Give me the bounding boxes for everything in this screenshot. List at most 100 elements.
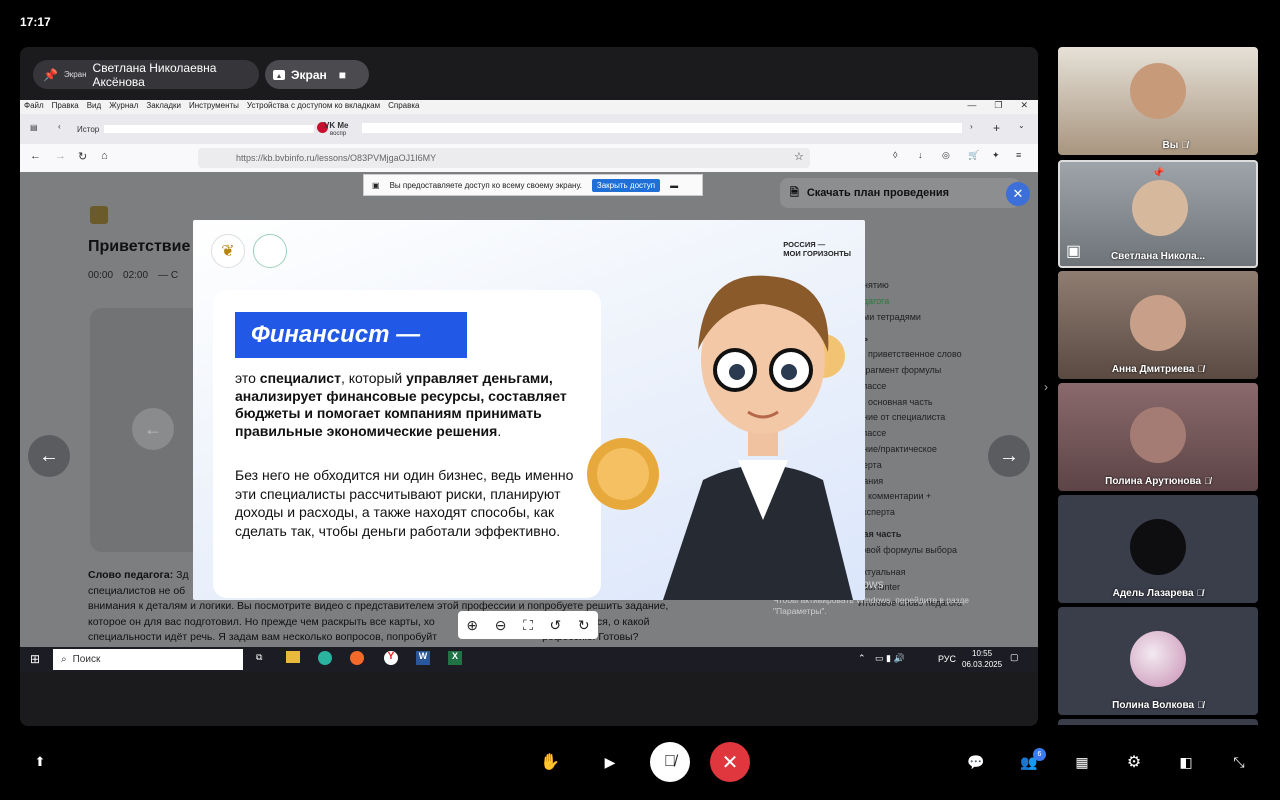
pinned-speaker-pill[interactable]: 📌 Экран Светлана Николаевна Аксёнова (33, 60, 259, 89)
windows-start-icon[interactable]: ⊞ (30, 652, 40, 666)
word-icon[interactable]: W (416, 651, 430, 665)
address-input[interactable]: https://kb.bvbinfo.ru/lessons/O83PVMjgaO… (198, 148, 810, 168)
settings-gear-icon[interactable]: ⚙ (1123, 752, 1145, 772)
edge-icon[interactable] (318, 651, 332, 665)
account-icon[interactable]: ◎ (942, 150, 950, 161)
tray-icons[interactable]: ▭ ▮ 🔊 (875, 653, 905, 664)
grid-view-icon[interactable]: ▦ (1071, 752, 1093, 772)
downloads-icon[interactable]: ↓ (918, 150, 923, 160)
body-line-4: специальности идёт речь. Я задам вам нес… (88, 631, 438, 643)
extensions-icon[interactable]: ✦ (992, 150, 1000, 161)
plan-item: говой формулы выбора (858, 544, 957, 555)
participant-tile[interactable]: Анна Дмитриева 🎙̸ (1058, 271, 1258, 379)
zoom-in-icon[interactable]: ⊕ (466, 617, 478, 634)
rotate-right-icon[interactable]: ↻ (578, 617, 590, 634)
plan-item: классе (858, 380, 887, 391)
screen-video-toggle[interactable]: Экран ■ (265, 60, 369, 89)
screen-label: Экран (291, 67, 327, 82)
plan-item: ть (858, 331, 962, 347)
mic-off-icon: 🎙̸ (1204, 476, 1211, 486)
zoom-out-icon[interactable]: ⊖ (495, 617, 507, 634)
mic-off-icon: 🎙̸ (1181, 140, 1188, 150)
plan-item: ание/практическое (858, 443, 937, 454)
layout-icon[interactable]: ◧ (1175, 752, 1197, 772)
firefox-icon[interactable] (350, 651, 364, 665)
notifications-icon[interactable]: ▢ (1010, 652, 1019, 663)
menu-devices[interactable]: Устройства с доступом ко вкладкам (247, 101, 380, 113)
share-screen-icon[interactable]: ⬆ (30, 752, 50, 772)
close-panel-button[interactable]: ✕ (1006, 182, 1030, 206)
pocket-icon[interactable]: ◊ (893, 150, 897, 160)
tray-chevron-icon[interactable]: ⌃ (858, 653, 866, 664)
menu-tools[interactable]: Инструменты (189, 101, 239, 113)
end-call-button[interactable]: ✕ (710, 742, 750, 782)
tab-overview-icon[interactable]: ▤ (30, 123, 38, 132)
plan-item: дания (858, 475, 884, 486)
fit-screen-icon[interactable]: ⛶ (523, 617, 533, 634)
taskbar-clock[interactable]: 10:55 06.03.2025 (962, 648, 1002, 670)
inner-prev-button[interactable]: ← (132, 408, 174, 450)
mic-off-icon: 🎙̸ (664, 753, 676, 770)
participant-video (1130, 407, 1186, 463)
participant-name: Вы (1162, 140, 1179, 151)
raise-hand-icon[interactable]: ✋ (540, 752, 560, 772)
participant-tile[interactable]: Полина Арутюнова 🎙̸ (1058, 383, 1258, 491)
participant-tile[interactable]: Адель Лазарева 🎙̸ (1058, 495, 1258, 603)
share-notice-icon: ▣ (372, 180, 380, 190)
chat-icon[interactable]: 💬 (965, 752, 987, 772)
forward-icon[interactable]: → (55, 150, 66, 162)
plan-item: фрагмент формулы (858, 364, 942, 375)
sidebar-collapse-icon[interactable]: › (1044, 380, 1048, 394)
participant-avatar (1130, 631, 1186, 687)
home-icon[interactable]: ⌂ (101, 150, 108, 162)
rotate-left-icon[interactable]: ↺ (550, 617, 562, 634)
image-zoom-toolbar: ⊕ ⊖ ⛶ ↺ ↻ (458, 611, 598, 639)
camera-icon[interactable]: ▶ (599, 752, 621, 772)
minimize-icon[interactable]: — (967, 100, 976, 111)
download-plan-button[interactable]: 🗎 Скачать план проведения (780, 178, 1020, 208)
tab-scroll-right-icon[interactable]: › (970, 122, 973, 131)
cart-icon[interactable]: 🛒 (968, 150, 979, 161)
menu-hamburger-icon[interactable]: ≡ (1016, 150, 1021, 160)
menu-file[interactable]: Файл (24, 101, 44, 113)
url-text: https://kb.bvbinfo.ru/lessons/O83PVMjgaO… (236, 153, 437, 163)
participant-tile[interactable]: Полина Волкова 🎙̸ (1058, 607, 1258, 715)
back-icon[interactable]: ← (30, 150, 41, 162)
slide-prev-button[interactable]: ← (28, 435, 70, 477)
menu-view[interactable]: Вид (87, 101, 101, 113)
menu-edit[interactable]: Правка (52, 101, 79, 113)
taskbar-date: 06.03.2025 (962, 660, 1003, 669)
tab-list-icon[interactable]: ⌄ (1018, 121, 1025, 130)
menu-bookmarks[interactable]: Закладки (146, 101, 181, 113)
plan-items: онятию едагога ими тетрадями ть 1: приве… (858, 278, 962, 612)
tab-scroll-left-icon[interactable]: ‹ (58, 122, 61, 131)
participant-tile[interactable]: Вы 🎙̸ (1058, 47, 1258, 155)
mic-off-icon: 🎙̸ (1197, 700, 1204, 710)
mute-microphone-button[interactable]: 🎙̸ (650, 742, 690, 782)
slide-next-button[interactable]: → (988, 435, 1030, 477)
participant-tile-active[interactable]: 📌 ▣ Светлана Никола... (1058, 160, 1258, 268)
plan-item: эксперта (858, 507, 895, 518)
taskbar-search[interactable]: ⌕ Поиск (53, 649, 243, 670)
body-line-3: которое он для вас подготовил. Но прежде… (88, 615, 435, 628)
close-icon[interactable]: ✕ (1020, 100, 1028, 111)
plan-item: ание от специалиста (858, 412, 946, 423)
menu-history[interactable]: Журнал (109, 101, 138, 113)
task-view-icon[interactable]: ⧉ (256, 652, 262, 663)
bookmark-star-icon[interactable]: ☆ (794, 150, 804, 163)
excel-icon[interactable]: X (448, 651, 462, 665)
time-end: 02:00 (123, 270, 149, 281)
tab-label-vk[interactable]: VK Ме (324, 121, 348, 130)
exit-fullscreen-icon[interactable]: ⤡ (1228, 752, 1250, 772)
tab-label[interactable]: Истор (77, 125, 99, 134)
restore-icon[interactable]: ❐ (994, 100, 1002, 111)
yandex-icon[interactable]: Y (384, 651, 398, 665)
new-tab-icon[interactable]: + (993, 121, 1000, 135)
stop-sharing-button[interactable]: Закрыть доступ (591, 178, 661, 192)
lesson-timeline: 00:00 02:00 — С (88, 270, 178, 281)
language-indicator[interactable]: РУС (938, 654, 956, 664)
file-explorer-icon[interactable] (286, 651, 300, 663)
reload-icon[interactable]: ↻ (78, 150, 87, 163)
notice-minimize-icon[interactable]: ▬ (670, 181, 678, 190)
menu-help[interactable]: Справка (388, 101, 419, 113)
